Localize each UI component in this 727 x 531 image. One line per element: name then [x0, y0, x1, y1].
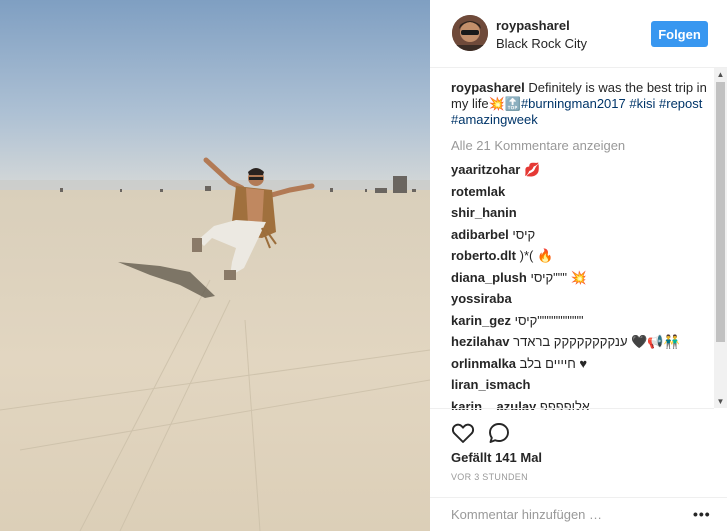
comment-bubble-icon[interactable] — [487, 421, 511, 445]
triangle-down-icon[interactable]: ▼ — [714, 395, 727, 408]
comment-row: orlinmalka חיייים בלב ♥ — [451, 353, 711, 375]
follow-button[interactable]: Folgen — [651, 21, 708, 47]
load-more-comments[interactable]: Alle 21 Kommentare anzeigen — [451, 138, 711, 154]
comment-username[interactable]: yossiraba — [451, 291, 512, 306]
post-author-username[interactable]: roypasharel — [496, 18, 570, 33]
post-caption: roypasharel Definitely is was the best t… — [451, 80, 711, 128]
comments-scrollbar[interactable]: ▲ ▼ — [714, 68, 727, 408]
comment-row: shir_hanin — [451, 202, 711, 224]
post-actions: Gefällt 141 Mal VOR 3 STUNDEN — [430, 408, 714, 498]
comments-list[interactable]: roypasharel Definitely is was the best t… — [451, 80, 711, 410]
likes-count[interactable]: Gefällt 141 Mal — [451, 450, 542, 465]
caption-emoji: 💥🔝 — [488, 96, 521, 111]
comment-username[interactable]: shir_hanin — [451, 205, 517, 220]
comment-text: חיייים בלב ♥ — [519, 355, 588, 371]
comment-row: adibarbel קיסי — [451, 224, 711, 246]
comment-row: yossiraba — [451, 288, 711, 310]
heart-outline-icon[interactable] — [451, 421, 475, 445]
desert-photo — [0, 0, 430, 531]
avatar[interactable] — [452, 15, 488, 51]
comment-username[interactable]: adibarbel — [451, 227, 509, 242]
hashtag-link[interactable]: #burningman2017 — [521, 96, 626, 111]
comment-row: rotemlak — [451, 181, 711, 203]
comment-text: קיסי"""""""""" — [514, 312, 584, 328]
comment-input[interactable] — [451, 504, 671, 524]
post-sidebar: roypasharel Black Rock City Folgen roypa… — [430, 0, 727, 531]
hashtag-link[interactable]: #kisi — [629, 96, 655, 111]
comment-row: diana_plush קיסי""" 💥 — [451, 267, 711, 289]
comment-text: 💋 — [524, 162, 541, 177]
hashtag-link[interactable]: #repost — [659, 96, 702, 111]
comment-username[interactable]: rotemlak — [451, 184, 505, 199]
triangle-up-icon[interactable]: ▲ — [714, 68, 727, 81]
comment-text: )*( 🔥 — [519, 248, 554, 263]
comment-row: karin_gez קיסי"""""""""" — [451, 310, 711, 332]
comment-username[interactable]: liran_ismach — [451, 377, 531, 392]
comment-row: liran_ismach — [451, 374, 711, 396]
comment-username[interactable]: karin_gez — [451, 313, 511, 328]
comment-username[interactable]: roberto.dlt — [451, 248, 516, 263]
hashtag-link[interactable]: #amazingweek — [451, 112, 538, 127]
post-header: roypasharel Black Rock City Folgen — [430, 0, 727, 68]
post-location[interactable]: Black Rock City — [496, 36, 587, 51]
comment-text: ענקקקקקקקק בראדר 🖤📢👬 — [513, 334, 680, 349]
caption-username[interactable]: roypasharel — [451, 80, 525, 95]
comment-username[interactable]: hezilahav — [451, 334, 510, 349]
comment-username[interactable]: diana_plush — [451, 270, 527, 285]
comment-row: yaaritzohar 💋 — [451, 159, 711, 181]
more-options-button[interactable]: ••• — [693, 506, 711, 522]
post-photo[interactable] — [0, 0, 430, 531]
add-comment-bar: ••• — [430, 497, 727, 531]
comment-row: roberto.dlt )*( 🔥 — [451, 245, 711, 267]
post-timestamp: VOR 3 STUNDEN — [451, 472, 528, 482]
comment-username[interactable]: yaaritzohar — [451, 162, 520, 177]
comment-username[interactable]: orlinmalka — [451, 356, 516, 371]
scrollbar-thumb[interactable] — [716, 82, 725, 342]
comment-row: hezilahav ענקקקקקקקק בראדר 🖤📢👬 — [451, 331, 711, 353]
comment-text: קיסי — [512, 226, 536, 242]
comment-text: קיסי""" 💥 — [530, 269, 587, 285]
